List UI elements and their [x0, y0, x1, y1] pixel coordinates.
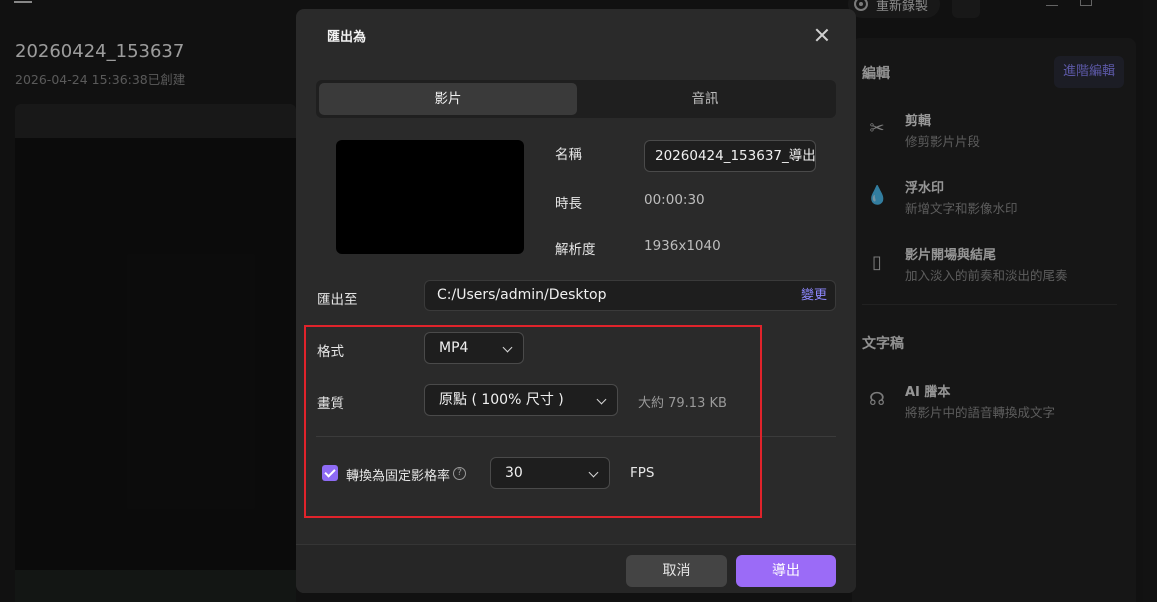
dialog-title: 匯出為: [327, 30, 367, 45]
export-to-label: 匯出至: [317, 292, 358, 308]
video-thumbnail: [336, 140, 524, 254]
change-path-link[interactable]: 變更: [801, 281, 827, 310]
export-path-field[interactable]: C:/Users/admin/Desktop 變更: [424, 280, 836, 311]
duration-label: 時長: [555, 196, 582, 212]
resolution-label: 解析度: [555, 242, 596, 258]
cancel-button[interactable]: 取消: [626, 555, 727, 587]
duration-value: 00:00:30: [644, 192, 705, 208]
export-button[interactable]: 導出: [736, 555, 836, 587]
highlight-annotation-box: [304, 325, 762, 518]
tab-audio[interactable]: 音訊: [576, 83, 834, 115]
resolution-value: 1936x1040: [644, 238, 721, 254]
tab-video[interactable]: 影片: [319, 83, 577, 115]
export-type-tabs: 影片 音訊: [316, 80, 836, 118]
export-path-value: C:/Users/admin/Desktop: [437, 287, 607, 303]
name-label: 名稱: [555, 147, 582, 163]
file-name-input[interactable]: 20260424_153637_導出: [644, 140, 816, 172]
close-icon[interactable]: [811, 24, 833, 46]
